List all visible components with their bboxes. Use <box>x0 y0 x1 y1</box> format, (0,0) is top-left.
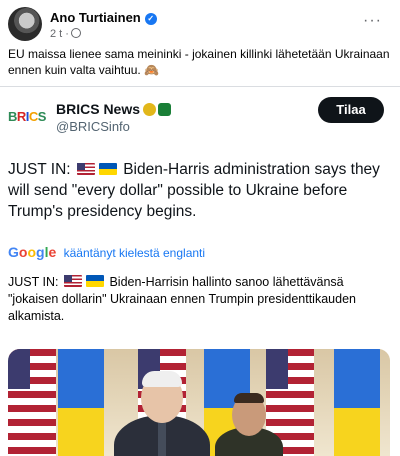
tweet-account-name-text[interactable]: BRICS News <box>56 101 140 117</box>
tweet-account-name[interactable]: BRICS News <box>56 101 172 117</box>
tweet-text-prefix: JUST IN: <box>8 161 71 178</box>
translated-text-prefix: JUST IN: <box>8 275 59 289</box>
us-flag-image <box>8 349 56 456</box>
google-logo: Google <box>8 244 56 260</box>
ukraine-flag-icon <box>85 275 104 287</box>
google-letter: o <box>27 244 37 260</box>
logo-letter: B <box>8 109 17 124</box>
gold-verified-icon <box>143 103 157 116</box>
us-flag-icon <box>76 163 95 175</box>
avatar[interactable] <box>8 7 42 41</box>
google-letter: e <box>48 244 57 260</box>
more-options-icon[interactable]: ··· <box>363 12 382 30</box>
author-name[interactable]: Ano Turtiainen ✓ <box>50 10 157 25</box>
person-figure <box>142 371 182 387</box>
post-header: Ano Turtiainen ✓ 2 t · ··· <box>8 6 392 42</box>
tweet-photo[interactable] <box>8 349 390 456</box>
post-text: EU maissa lienee sama meininki - jokaine… <box>8 47 390 77</box>
tweet-text: JUST IN: Biden-Harris administration say… <box>8 159 392 222</box>
globe-icon <box>70 28 81 38</box>
ukraine-flag-image <box>58 349 104 456</box>
verified-badge-icon: ✓ <box>144 13 157 25</box>
us-flag-icon <box>63 275 82 287</box>
affiliate-badge-icon <box>158 103 172 116</box>
post-timestamp[interactable]: 2 t <box>50 28 62 40</box>
person-figure <box>158 421 166 456</box>
ukraine-flag-image <box>334 349 380 456</box>
person-figure <box>234 393 264 403</box>
translated-text: JUST IN: Biden-Harrisin hallinto sanoo l… <box>8 274 392 325</box>
translated-text-body: Biden-Harrisin hallinto sanoo lähettävän… <box>8 275 356 323</box>
follow-button[interactable]: Tilaa <box>318 97 384 123</box>
brics-logo: BRICS <box>8 109 46 127</box>
logo-letter: S <box>37 109 47 124</box>
author-name-text[interactable]: Ano Turtiainen <box>50 10 141 25</box>
google-letter: g <box>36 244 45 260</box>
logo-letter: C <box>28 109 38 124</box>
post-meta: 2 t · <box>50 28 81 40</box>
translation-notice[interactable]: Google kääntänyt kielestä englanti <box>8 244 205 260</box>
translation-label[interactable]: kääntänyt kielestä englanti <box>64 246 205 260</box>
logo-letter: R <box>16 109 26 124</box>
embedded-tweet[interactable]: BRICS BRICS News @BRICSinfo Tilaa JUST I… <box>0 87 400 456</box>
tweet-handle[interactable]: @BRICSinfo <box>56 119 130 134</box>
ukraine-flag-icon <box>98 163 117 175</box>
google-letter: G <box>8 244 19 260</box>
